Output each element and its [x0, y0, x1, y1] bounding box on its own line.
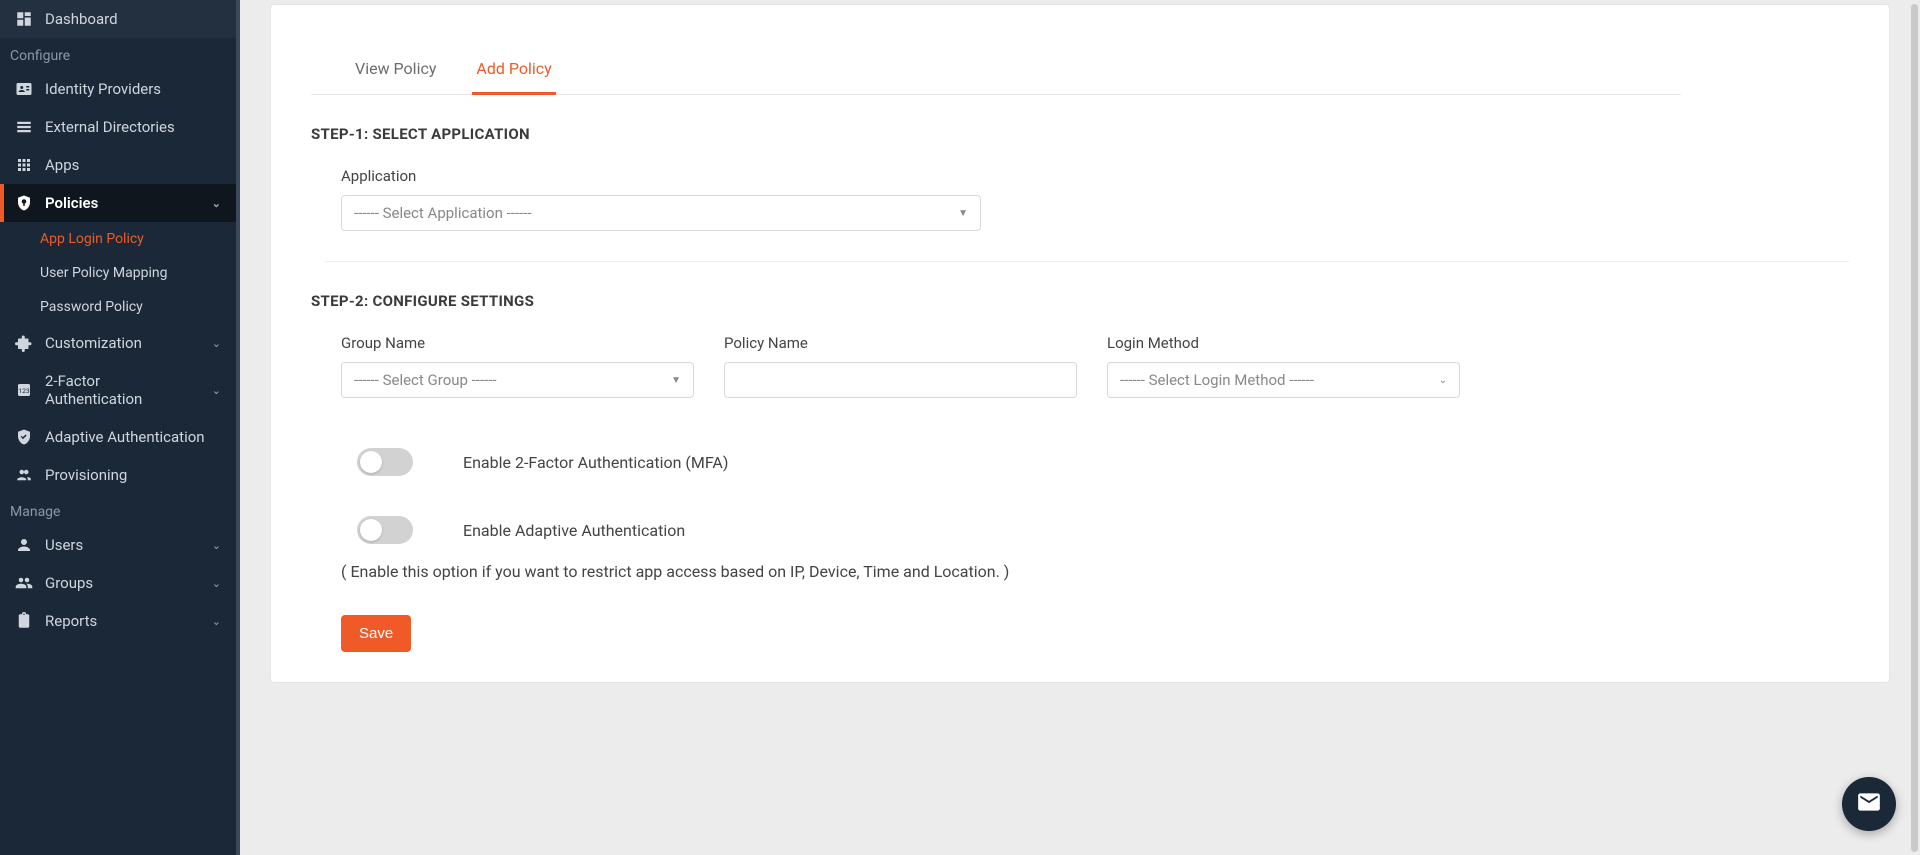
main-scrollbar[interactable] — [1911, 4, 1918, 852]
chevron-down-icon: ⌄ — [212, 615, 221, 628]
user-icon — [15, 536, 33, 554]
sidebar-item-identity-providers[interactable]: Identity Providers — [0, 70, 236, 108]
toggle-adaptive-label: Enable Adaptive Authentication — [463, 521, 685, 540]
sidebar-section-configure: Configure — [0, 38, 236, 70]
mail-icon — [1856, 789, 1882, 819]
group-icon — [15, 574, 33, 592]
sidebar-label: Customization — [45, 334, 200, 352]
chevron-down-icon: ⌄ — [212, 577, 221, 590]
caret-down-icon: ▼ — [671, 375, 681, 386]
sidebar-label: Users — [45, 536, 200, 554]
chevron-down-icon: ⌄ — [212, 384, 221, 397]
tab-bar: View Policy Add Policy — [311, 45, 1681, 95]
sidebar-label: External Directories — [45, 118, 221, 136]
toggle-adaptive-description: ( Enable this option if you want to rest… — [341, 558, 1041, 585]
sidebar-label: 2-Factor Authentication — [45, 372, 200, 408]
sidebar-section-manage: Manage — [0, 494, 236, 526]
sidebar-item-external-directories[interactable]: External Directories — [0, 108, 236, 146]
keypad-icon: 123 — [15, 381, 33, 399]
sidebar-label: Adaptive Authentication — [45, 428, 221, 446]
chat-fab[interactable] — [1842, 777, 1896, 831]
sidebar-label: Reports — [45, 612, 200, 630]
group-name-label: Group Name — [341, 334, 694, 352]
users-sync-icon — [15, 466, 33, 484]
sidebar-item-provisioning[interactable]: Provisioning — [0, 456, 236, 494]
sidebar-item-adaptive-auth[interactable]: Adaptive Authentication — [0, 418, 236, 456]
sidebar-item-dashboard[interactable]: Dashboard — [0, 0, 236, 38]
shield-check-icon — [15, 428, 33, 446]
application-label: Application — [341, 167, 981, 185]
puzzle-icon — [15, 334, 33, 352]
sidebar-item-reports[interactable]: Reports ⌄ — [0, 602, 236, 640]
application-select-value: ------ Select Application ------ — [354, 204, 531, 222]
application-select[interactable]: ------ Select Application ------ ▼ — [341, 195, 981, 231]
sidebar-item-2fa[interactable]: 123 2-Factor Authentication ⌄ — [0, 362, 236, 418]
save-button[interactable]: Save — [341, 615, 411, 652]
shield-policy-icon — [15, 194, 33, 212]
group-name-select[interactable]: ------ Select Group ------ ▼ — [341, 362, 694, 398]
chevron-down-icon: ⌄ — [212, 539, 221, 552]
group-name-select-value: ------ Select Group ------ — [354, 371, 497, 389]
dashboard-icon — [15, 10, 33, 28]
policy-name-label: Policy Name — [724, 334, 1077, 352]
login-method-select[interactable]: ------ Select Login Method ------ ⌄ — [1107, 362, 1460, 398]
tab-view-policy[interactable]: View Policy — [351, 45, 440, 95]
sidebar-label: Identity Providers — [45, 80, 221, 98]
tab-add-policy[interactable]: Add Policy — [472, 45, 555, 95]
step1-title: STEP-1: SELECT APPLICATION — [311, 125, 1849, 143]
sidebar-label: Groups — [45, 574, 200, 592]
login-method-select-value: ------ Select Login Method ------ — [1120, 371, 1314, 389]
policy-name-input[interactable] — [724, 362, 1077, 398]
id-card-icon — [15, 80, 33, 98]
sidebar-item-groups[interactable]: Groups ⌄ — [0, 564, 236, 602]
sidebar-label: Dashboard — [45, 10, 221, 28]
sidebar-label: Apps — [45, 156, 221, 174]
list-icon — [15, 118, 33, 136]
toggle-adaptive[interactable] — [357, 516, 413, 544]
main-content: View Policy Add Policy STEP-1: SELECT AP… — [240, 0, 1920, 855]
sidebar-item-policies[interactable]: Policies ⌄ — [0, 184, 236, 222]
clipboard-icon — [15, 612, 33, 630]
toggle-mfa[interactable] — [357, 448, 413, 476]
sidebar-item-users[interactable]: Users ⌄ — [0, 526, 236, 564]
sidebar-label: Policies — [45, 194, 200, 212]
toggle-mfa-label: Enable 2-Factor Authentication (MFA) — [463, 453, 728, 472]
sidebar-item-customization[interactable]: Customization ⌄ — [0, 324, 236, 362]
sidebar-subitem-user-policy-mapping[interactable]: User Policy Mapping — [0, 256, 236, 290]
divider — [325, 261, 1849, 262]
policy-card: View Policy Add Policy STEP-1: SELECT AP… — [270, 4, 1890, 683]
login-method-label: Login Method — [1107, 334, 1460, 352]
chevron-down-icon: ⌄ — [212, 337, 221, 350]
sidebar: Dashboard Configure Identity Providers E… — [0, 0, 240, 855]
sidebar-subitem-password-policy[interactable]: Password Policy — [0, 290, 236, 324]
caret-down-icon: ▼ — [958, 208, 968, 219]
grid-icon — [15, 156, 33, 174]
sidebar-item-apps[interactable]: Apps — [0, 146, 236, 184]
svg-text:123: 123 — [18, 387, 30, 395]
sidebar-label: Provisioning — [45, 466, 221, 484]
chevron-down-icon: ⌄ — [1439, 375, 1447, 386]
sidebar-subitem-app-login-policy[interactable]: App Login Policy — [0, 222, 236, 256]
step2-title: STEP-2: CONFIGURE SETTINGS — [311, 292, 1849, 310]
chevron-down-icon: ⌄ — [212, 197, 221, 210]
